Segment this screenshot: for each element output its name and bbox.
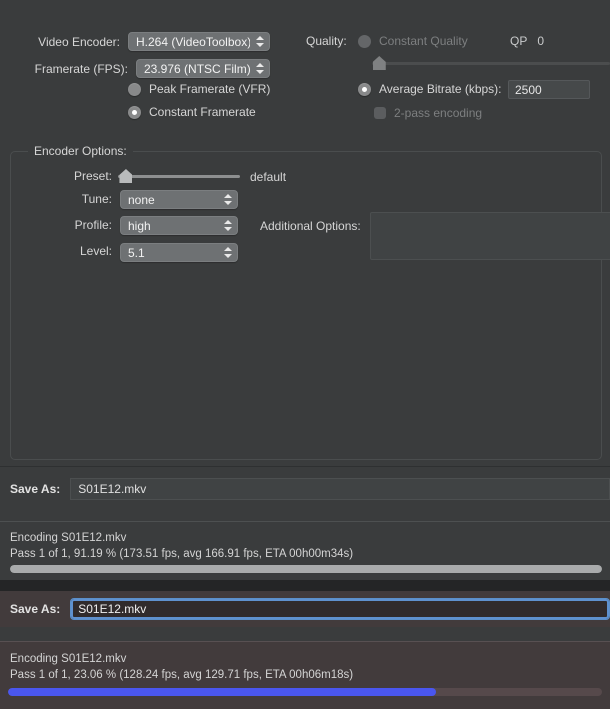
qp-value: 0: [537, 34, 545, 48]
quality-slider[interactable]: [372, 55, 610, 71]
slider-knob[interactable]: [119, 169, 133, 183]
qp-row: QP 0: [510, 34, 544, 48]
tune-select[interactable]: none: [120, 190, 238, 209]
chevron-updown-icon: [254, 61, 265, 76]
radio-indicator: [358, 34, 371, 48]
tune-row: Tune:: [40, 192, 112, 206]
progress-bar-bottom: [8, 688, 602, 696]
encoding-file-line: Encoding S01E12.mkv: [10, 532, 127, 544]
progress-bar-fill: [8, 688, 436, 696]
chevron-updown-icon: [222, 218, 233, 233]
preset-label: Preset:: [73, 169, 112, 183]
save-as-label: Save As:: [10, 482, 61, 496]
video-encoder-row: Video Encoder: H.264 (VideoToolbox): [38, 32, 270, 51]
save-as-input-focused[interactable]: S01E12.mkv: [70, 598, 610, 620]
chevron-updown-icon: [222, 192, 233, 207]
additional-options-input[interactable]: [370, 212, 610, 260]
preset-value: default: [250, 170, 287, 184]
profile-value: high: [128, 218, 151, 233]
two-pass-label: 2-pass encoding: [394, 106, 483, 120]
encoder-window: Video Encoder: H.264 (VideoToolbox) Fram…: [0, 0, 610, 709]
save-as-value: S01E12.mkv: [78, 602, 147, 616]
quality-label-row: Quality:: [306, 34, 347, 48]
slider-track: [372, 62, 610, 65]
tune-value: none: [128, 192, 155, 207]
radio-indicator-selected: [358, 82, 371, 96]
radio-indicator-selected: [128, 105, 141, 119]
framerate-select[interactable]: 23.976 (NTSC Film): [136, 59, 270, 78]
encoder-options-title: Encoder Options:: [28, 144, 133, 158]
average-bitrate-label: Average Bitrate (kbps):: [379, 82, 502, 96]
save-as-label: Save As:: [10, 602, 61, 616]
framerate-value: 23.976 (NTSC Film): [144, 61, 250, 76]
peak-framerate-radio[interactable]: Peak Framerate (VFR): [128, 82, 270, 96]
encoding-progress-line: Pass 1 of 1, 91.19 % (173.51 fps, avg 16…: [10, 548, 354, 560]
level-row: Level:: [40, 244, 112, 258]
preset-row: Preset:: [40, 169, 112, 183]
divider: [0, 466, 610, 467]
two-pass-checkbox[interactable]: 2-pass encoding: [374, 106, 482, 120]
encoding-progress-line: Pass 1 of 1, 23.06 % (128.24 fps, avg 12…: [10, 669, 354, 681]
additional-options-label: Additional Options:: [260, 219, 361, 233]
video-encoder-value: H.264 (VideoToolbox): [136, 34, 250, 49]
level-label: Level:: [79, 244, 112, 258]
chevron-updown-icon: [254, 34, 265, 49]
chevron-updown-icon: [222, 245, 233, 260]
video-encoder-select[interactable]: H.264 (VideoToolbox): [128, 32, 270, 51]
encoding-status-bottom: Encoding S01E12.mkv Pass 1 of 1, 23.06 %…: [0, 642, 610, 709]
constant-quality-label: Constant Quality: [379, 34, 468, 48]
slider-track: [118, 175, 240, 178]
qp-label: QP: [510, 34, 528, 48]
preset-slider[interactable]: [118, 168, 240, 184]
progress-bar-top: [10, 565, 602, 573]
profile-row: Profile:: [40, 218, 112, 232]
quality-label: Quality:: [306, 34, 347, 48]
level-value: 5.1: [128, 245, 145, 260]
framerate-label: Framerate (FPS):: [34, 61, 128, 76]
average-bitrate-input[interactable]: 2500: [508, 80, 590, 99]
peak-framerate-label: Peak Framerate (VFR): [149, 82, 271, 96]
additional-options-value: [371, 213, 610, 219]
slider-knob[interactable]: [372, 56, 386, 70]
encoding-file-line: Encoding S01E12.mkv: [10, 653, 127, 665]
save-as-input[interactable]: S01E12.mkv: [70, 478, 610, 500]
level-select[interactable]: 5.1: [120, 243, 238, 262]
average-bitrate-value: 2500: [515, 82, 542, 97]
profile-label: Profile:: [74, 218, 112, 232]
encoding-status-top: Encoding S01E12.mkv Pass 1 of 1, 91.19 %…: [0, 522, 610, 580]
video-encoder-label: Video Encoder:: [38, 34, 120, 49]
checkbox-indicator: [374, 107, 386, 119]
radio-indicator: [128, 82, 141, 96]
tune-label: Tune:: [81, 192, 112, 206]
constant-quality-radio[interactable]: Constant Quality: [358, 34, 468, 48]
window-separator: [0, 580, 610, 591]
framerate-row: Framerate (FPS): 23.976 (NTSC Film): [32, 59, 270, 78]
save-as-value: S01E12.mkv: [78, 482, 147, 496]
save-as-bar-top: Save As: S01E12.mkv: [0, 472, 610, 506]
average-bitrate-radio[interactable]: Average Bitrate (kbps):: [358, 82, 502, 96]
profile-select[interactable]: high: [120, 216, 238, 235]
save-as-bar-bottom: Save As: S01E12.mkv: [0, 591, 610, 627]
constant-framerate-label: Constant Framerate: [149, 105, 256, 119]
constant-framerate-radio[interactable]: Constant Framerate: [128, 105, 256, 119]
encoder-settings-panel: Video Encoder: H.264 (VideoToolbox) Fram…: [0, 0, 610, 466]
progress-bar-fill: [10, 565, 602, 573]
